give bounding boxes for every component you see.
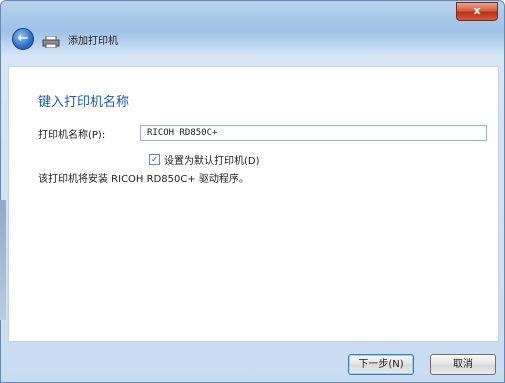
printer-icon [42, 33, 60, 49]
set-default-label: 设置为默认打印机(D) [164, 155, 260, 167]
driver-note: 该打印机将安装 RICOH RD850C+ 驱动程序。 [38, 174, 249, 185]
page-heading: 键入打印机名称 [38, 95, 130, 110]
next-button[interactable]: 下一步(N) [348, 354, 414, 375]
cancel-button[interactable]: 取消 [430, 354, 496, 375]
set-default-checkbox[interactable]: ✓ [149, 153, 160, 165]
close-icon: x [473, 4, 481, 17]
printer-name-input[interactable]: RICOH RD850C+ [140, 125, 487, 141]
title-bar: x [1, 1, 504, 23]
back-button[interactable]: ← [12, 28, 34, 50]
window-edge-decoration [0, 200, 6, 320]
back-arrow-icon: ← [17, 31, 29, 46]
set-default-checkbox-row[interactable]: ✓ 设置为默认打印机(D) [149, 153, 260, 167]
close-button[interactable]: x [456, 2, 498, 21]
wizard-title: 添加打印机 [68, 36, 118, 47]
printer-name-label: 打印机名称(P): [38, 130, 106, 141]
